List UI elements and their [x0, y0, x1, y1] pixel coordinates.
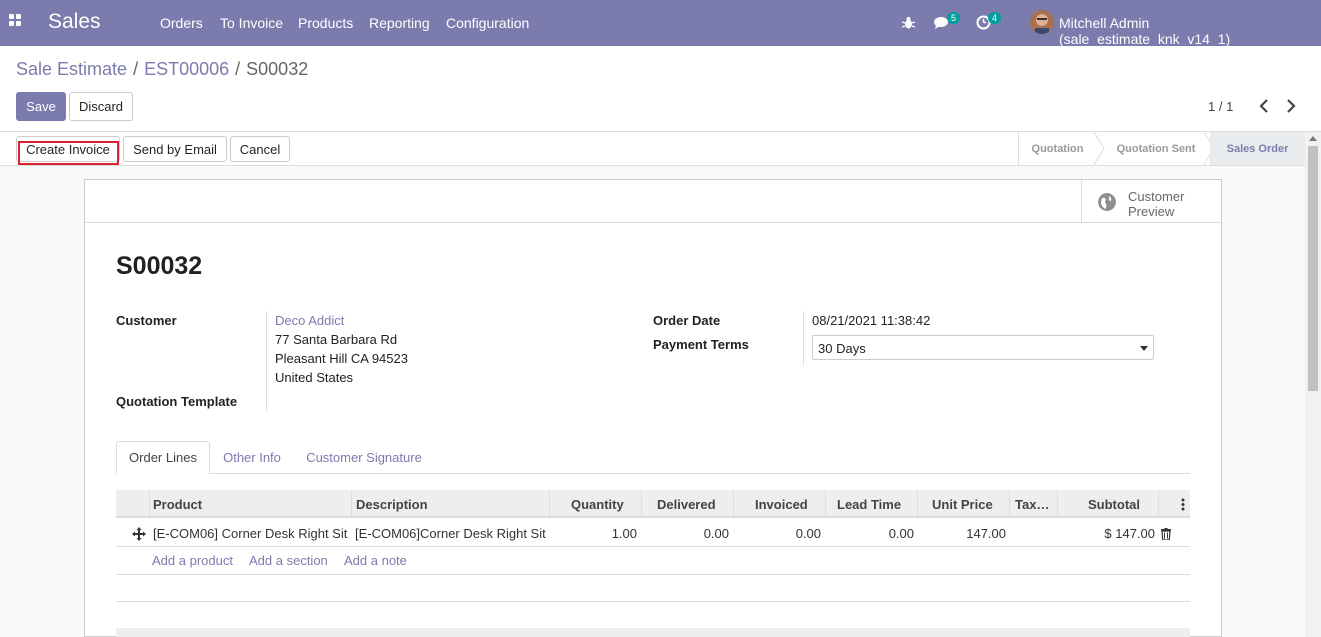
column-separator — [351, 490, 352, 518]
order-title: S00032 — [116, 252, 203, 280]
column-subtotal[interactable]: Subtotal — [1088, 497, 1140, 512]
breadcrumb-estimate[interactable]: EST00006 — [144, 59, 229, 79]
column-separator — [641, 490, 642, 518]
button-box: Customer Preview — [85, 180, 1221, 223]
tab-other-info[interactable]: Other Info — [214, 441, 290, 474]
pager-value[interactable]: 1 / 1 — [1208, 99, 1233, 114]
user-avatar[interactable] — [1030, 10, 1054, 34]
vertical-scrollbar[interactable] — [1305, 132, 1321, 637]
column-separator — [733, 490, 734, 518]
customer-label: Customer — [116, 313, 177, 328]
menu-to-invoice[interactable]: To Invoice — [220, 15, 283, 31]
stage-sales-order: Sales Order — [1210, 132, 1305, 165]
tab-customer-signature[interactable]: Customer Signature — [298, 441, 430, 474]
quotation-template-label: Quotation Template — [116, 394, 238, 409]
messages-badge: 5 — [947, 12, 961, 24]
field-divider — [266, 311, 267, 411]
customer-preview-label: Customer Preview — [1128, 189, 1208, 219]
form-statusbar: Create Invoice Send by Email Cancel Quot… — [0, 132, 1305, 166]
payment-terms-value: 30 Days — [818, 341, 866, 356]
app-name[interactable]: Sales — [48, 10, 101, 34]
column-invoiced[interactable]: Invoiced — [755, 497, 808, 512]
column-separator — [825, 490, 826, 518]
payment-terms-select[interactable]: 30 Days — [812, 335, 1154, 360]
menu-orders[interactable]: Orders — [160, 15, 203, 31]
column-unit-price[interactable]: Unit Price — [932, 497, 993, 512]
table-row[interactable]: [E-COM06] Corner Desk Right Sit [E-COM06… — [116, 520, 1190, 547]
breadcrumb-current: S00032 — [246, 59, 309, 79]
column-quantity[interactable]: Quantity — [571, 497, 624, 512]
row-description[interactable]: [E-COM06]Corner Desk Right Sit — [355, 526, 547, 541]
send-by-email-button[interactable]: Send by Email — [123, 136, 227, 162]
row-subtotal: $ 147.00 — [1104, 526, 1155, 541]
row-product[interactable]: [E-COM06] Corner Desk Right Sit — [153, 526, 348, 541]
stage-quotation[interactable]: Quotation — [1018, 132, 1096, 165]
breadcrumb-separator: / — [235, 59, 241, 79]
column-delivered[interactable]: Delivered — [657, 497, 716, 512]
menu-reporting[interactable]: Reporting — [369, 15, 430, 31]
column-description[interactable]: Description — [356, 497, 428, 512]
scroll-up-icon[interactable] — [1309, 136, 1317, 141]
breadcrumb-separator: / — [133, 59, 139, 79]
drag-handle-icon[interactable] — [132, 527, 146, 541]
trash-icon[interactable] — [1161, 528, 1171, 540]
scrollbar-thumb[interactable] — [1308, 146, 1318, 391]
column-separator — [1057, 490, 1058, 518]
column-product[interactable]: Product — [153, 497, 202, 512]
discard-button[interactable]: Discard — [69, 92, 133, 121]
column-separator — [917, 490, 918, 518]
payment-terms-label: Payment Terms — [653, 337, 749, 352]
optional-columns-kebab-icon[interactable] — [1180, 498, 1186, 511]
add-section-link[interactable]: Add a section — [249, 553, 328, 568]
add-note-link[interactable]: Add a note — [344, 553, 407, 568]
column-separator — [1158, 490, 1159, 518]
order-date-label: Order Date — [653, 313, 721, 328]
menu-products[interactable]: Products — [298, 15, 353, 31]
apps-menu-icon[interactable] — [9, 14, 23, 28]
column-taxes[interactable]: Tax… — [1015, 497, 1049, 512]
customer-preview-line1: Customer — [1128, 189, 1185, 204]
order-lines-header: Product Description Quantity Delivered I… — [116, 490, 1190, 518]
breadcrumb-sale-estimate[interactable]: Sale Estimate — [16, 59, 127, 79]
save-button[interactable]: Save — [16, 92, 66, 121]
column-lead-time[interactable]: Lead Time — [837, 497, 901, 512]
user-name[interactable]: Mitchell Admin (sale_estimate_knk_v14_1) — [1059, 15, 1321, 47]
row-quantity[interactable]: 1.00 — [551, 526, 637, 541]
table-footer — [116, 628, 1190, 637]
add-line-row: Add a product Add a section Add a note — [116, 547, 1190, 575]
row-delivered: 0.00 — [703, 526, 729, 541]
column-separator — [149, 490, 150, 518]
stage-arrow-icon — [1094, 132, 1105, 165]
customer-address-city: Pleasant Hill CA 94523 — [275, 351, 408, 366]
row-lead-time[interactable]: 0.00 — [827, 526, 914, 541]
activities-badge: 4 — [988, 12, 1002, 24]
add-product-link[interactable]: Add a product — [152, 553, 233, 568]
customer-address-country: United States — [275, 370, 354, 385]
tab-order-lines[interactable]: Order Lines — [116, 441, 210, 474]
create-invoice-button[interactable]: Create Invoice — [16, 136, 120, 162]
field-divider — [803, 311, 804, 365]
customer-preview-line2: Preview — [1128, 204, 1175, 219]
row-invoiced: 0.00 — [795, 526, 821, 541]
stage-quotation-sent[interactable]: Quotation Sent — [1106, 132, 1206, 165]
menu-configuration[interactable]: Configuration — [446, 15, 529, 31]
row-unit-price[interactable]: 147.00 — [919, 526, 1006, 541]
globe-icon — [1098, 193, 1116, 211]
customer-address-street: 77 Santa Barbara Rd — [275, 332, 398, 347]
breadcrumb: Sale Estimate / EST00006/S00032 — [16, 59, 308, 80]
chevron-down-icon — [1140, 346, 1148, 351]
customer-preview-button[interactable]: Customer Preview — [1081, 180, 1221, 223]
pager-next-icon[interactable] — [1283, 97, 1299, 115]
column-separator — [1009, 490, 1010, 518]
customer-link[interactable]: Deco Addict — [275, 313, 344, 328]
top-navbar: Sales Orders To Invoice Products Reporti… — [0, 0, 1321, 47]
order-date-value: 08/21/2021 11:38:42 — [812, 313, 931, 328]
debug-bug-icon[interactable] — [902, 16, 915, 30]
control-panel: Sale Estimate / EST00006/S00032 Save Disca… — [0, 46, 1321, 132]
pager-previous-icon[interactable] — [1256, 97, 1272, 115]
cancel-button[interactable]: Cancel — [230, 136, 290, 162]
empty-row — [116, 575, 1190, 602]
column-separator — [549, 490, 550, 518]
